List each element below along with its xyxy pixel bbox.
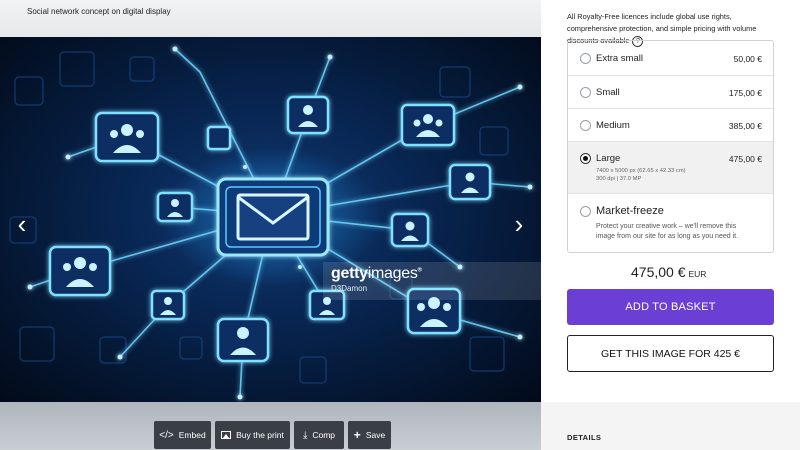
option-market-freeze[interactable]: Market-freeze Protect your creative work… (568, 193, 773, 252)
purchase-panel: All Royalty-Free licences include global… (541, 0, 800, 450)
stock-photo[interactable]: ‹ › 918939600 (0, 37, 541, 402)
option-price: 475,00 € (728, 154, 762, 164)
option-price: 50,00 € (733, 54, 762, 64)
comp-button[interactable]: ⤓ Comp (294, 421, 344, 449)
viewer-header: Social network concept on digital displa… (0, 0, 541, 37)
buy-the-print-button[interactable]: Buy the print (215, 421, 290, 449)
previous-image-arrow[interactable]: ‹ (10, 211, 34, 237)
option-small[interactable]: Small 175,00 € (568, 75, 773, 108)
option-label: Medium (596, 120, 630, 131)
code-icon: </> (159, 429, 174, 441)
image-viewer: Social network concept on digital displa… (0, 0, 541, 450)
network-illustration (9, 46, 533, 400)
radio-medium[interactable] (580, 120, 591, 131)
plus-icon: + (353, 428, 361, 442)
option-price: 385,00 € (728, 121, 762, 131)
image-icon (221, 431, 232, 439)
option-large[interactable]: Large 475,00 € 7400 x 5000 px (62.65 x 4… (568, 141, 773, 193)
option-medium[interactable]: Medium 385,00 € (568, 108, 773, 141)
option-extra-small[interactable]: Extra small 50,00 € (568, 41, 773, 75)
radio-large-selected[interactable] (580, 153, 591, 164)
currency-code: EUR (688, 269, 707, 279)
radio-small[interactable] (580, 87, 591, 98)
option-label: Small (596, 87, 620, 98)
option-label: Large (596, 153, 621, 164)
market-freeze-description: Protect your creative work – we'll remov… (596, 223, 739, 240)
option-price: 175,00 € (728, 88, 762, 98)
add-to-basket-button[interactable]: ADD TO BASKET (567, 289, 774, 325)
details-heading: DETAILS (567, 433, 602, 442)
option-dimensions: 7400 x 5000 px (62.65 x 42.33 cm) (596, 168, 686, 174)
embed-button[interactable]: </> Embed (154, 421, 211, 449)
save-button[interactable]: + Save (348, 421, 391, 449)
gettyimages-watermark-logo: gettyimages® (331, 265, 422, 282)
radio-extra-small[interactable] (580, 53, 591, 64)
get-this-image-button[interactable]: GET THIS IMAGE FOR 425 € (567, 335, 774, 372)
market-freeze-label: Market-freeze (596, 205, 664, 217)
download-icon: ⤓ (302, 429, 308, 441)
licence-size-options: Extra small 50,00 € Small 175,00 € Mediu… (567, 40, 774, 253)
details-section (541, 402, 800, 450)
image-caption: Social network concept on digital displa… (27, 7, 171, 16)
option-resolution: 300 dpi | 37.0 MP (596, 176, 642, 182)
watermark-credit: D3Damon (331, 284, 368, 293)
option-label: Extra small (596, 53, 643, 64)
next-image-arrow[interactable]: › (507, 211, 531, 237)
total-price: 475,00 € EUR (631, 264, 707, 280)
radio-market-freeze[interactable] (580, 206, 591, 217)
